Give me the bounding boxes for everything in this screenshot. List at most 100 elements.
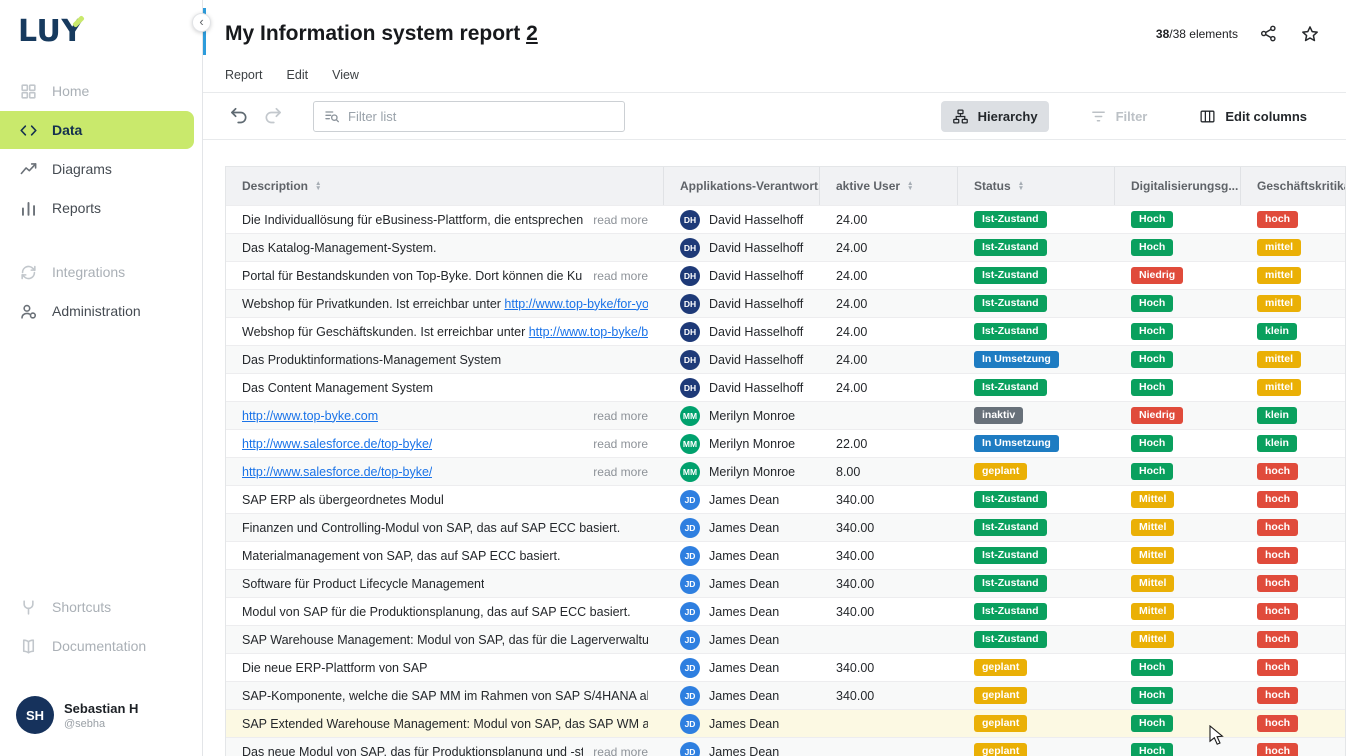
sidebar-item-documentation[interactable]: Documentation [0, 627, 202, 665]
menu-item-edit[interactable]: Edit [287, 68, 309, 82]
digitalisierung-badge: Hoch [1131, 743, 1173, 756]
edit-columns-label: Edit columns [1225, 109, 1307, 124]
read-more-link[interactable]: read more [593, 213, 648, 227]
digitalisierung-cell: Mittel [1115, 626, 1241, 653]
luy-logo[interactable]: LUY [0, 0, 202, 69]
avatar: DH [680, 266, 700, 286]
description-link[interactable]: http://www.top-byke.com [242, 409, 378, 423]
redo-icon[interactable] [263, 105, 285, 127]
filter-list-field[interactable] [348, 109, 614, 124]
table-row[interactable]: http://www.top-byke.comread moreMMMerily… [226, 401, 1345, 429]
digitalisierung-cell: Hoch [1115, 710, 1241, 737]
owner-name: David Hasselhoff [709, 297, 803, 311]
table-row[interactable]: Die Individuallösung für eBusiness-Platt… [226, 205, 1345, 233]
column-header[interactable]: Digitalisierungsg...▲▼ [1115, 167, 1241, 205]
status-badge: geplant [974, 715, 1027, 732]
reports-icon [18, 198, 38, 218]
description-text: SAP-Komponente, welche die SAP MM im Rah… [242, 689, 648, 703]
administration-icon [18, 301, 38, 321]
main: My Information system report 2 38/38 ele… [203, 0, 1346, 756]
hierarchy-button[interactable]: Hierarchy [941, 101, 1049, 132]
read-more-link[interactable]: read more [593, 409, 648, 423]
sort-icon[interactable]: ▲▼ [1018, 181, 1024, 192]
user-block[interactable]: SH Sebastian H @sebha [0, 682, 202, 748]
kritikalitaet-badge: hoch [1257, 463, 1298, 480]
active-users-cell [820, 402, 958, 429]
digitalisierung-cell: Niedrig [1115, 262, 1241, 289]
status-badge: Ist-Zustand [974, 631, 1047, 648]
owner-name: James Dean [709, 521, 779, 535]
description-cell: SAP-Komponente, welche die SAP MM im Rah… [226, 682, 664, 709]
owner-name: James Dean [709, 661, 779, 675]
table-row[interactable]: Die neue ERP-Plattform von SAPJDJames De… [226, 653, 1345, 681]
table-row[interactable]: Webshop für Privatkunden. Ist erreichbar… [226, 289, 1345, 317]
table-row[interactable]: http://www.salesforce.de/top-byke/read m… [226, 429, 1345, 457]
active-users-cell: 340.00 [820, 682, 958, 709]
sort-icon[interactable]: ▲▼ [907, 181, 913, 192]
active-users-cell: 24.00 [820, 374, 958, 401]
description-link[interactable]: http://www.salesforce.de/top-byke/ [242, 437, 432, 451]
title-row: My Information system report 2 38/38 ele… [225, 12, 1320, 56]
table-row[interactable]: Das Content Management SystemDHDavid Has… [226, 373, 1345, 401]
star-icon[interactable] [1300, 24, 1320, 44]
table-row[interactable]: SAP Extended Warehouse Management: Modul… [226, 709, 1345, 737]
column-header[interactable]: Geschäftskritikalität▲▼ [1241, 167, 1345, 205]
sort-icon[interactable]: ▲▼ [315, 181, 321, 192]
table-row[interactable]: Das neue Modul von SAP, das für Produkti… [226, 737, 1345, 756]
table-row[interactable]: Webshop für Geschäftskunden. Ist erreich… [226, 317, 1345, 345]
column-header[interactable]: Applikations-Verantwort...▲▼ [664, 167, 820, 205]
read-more-link[interactable]: read more [593, 437, 648, 451]
description-link[interactable]: http://www.top-byke/business/ [529, 325, 648, 339]
sidebar-item-shortcuts[interactable]: Shortcuts [0, 588, 202, 626]
owner-cell: JDJames Dean [664, 570, 820, 597]
edit-columns-button[interactable]: Edit columns [1188, 101, 1318, 132]
table-row[interactable]: Das Produktinformations-Management Syste… [226, 345, 1345, 373]
status-cell: In Umsetzung [958, 346, 1115, 373]
status-badge: Ist-Zustand [974, 547, 1047, 564]
sidebar-item-integrations[interactable]: Integrations [0, 253, 202, 291]
kritikalitaet-cell: klein [1241, 430, 1345, 457]
menu-bar: Report Edit View [225, 56, 1320, 92]
table-row[interactable]: Portal für Bestandskunden von Top-Byke. … [226, 261, 1345, 289]
sidebar-item-data[interactable]: Data [0, 111, 194, 149]
table-row[interactable]: SAP-Komponente, welche die SAP MM im Rah… [226, 681, 1345, 709]
sidebar-item-diagrams[interactable]: Diagrams [0, 150, 202, 188]
undo-icon[interactable] [229, 105, 251, 127]
column-header[interactable]: aktive User▲▼ [820, 167, 958, 205]
table-row[interactable]: Materialmanagement von SAP, das auf SAP … [226, 541, 1345, 569]
read-more-link[interactable]: read more [593, 465, 648, 479]
description-link[interactable]: http://www.salesforce.de/top-byke/ [242, 465, 432, 479]
read-more-link[interactable]: read more [593, 745, 648, 756]
sidebar-item-label: Administration [52, 303, 141, 319]
table-row[interactable]: SAP Warehouse Management: Modul von SAP,… [226, 625, 1345, 653]
menu-item-report[interactable]: Report [225, 68, 263, 82]
filter-list-input[interactable] [313, 101, 625, 132]
description-cell: Finanzen und Controlling-Modul von SAP, … [226, 514, 664, 541]
sidebar-item-reports[interactable]: Reports [0, 189, 202, 227]
share-icon[interactable] [1259, 24, 1279, 44]
sidebar-item-home[interactable]: Home [0, 72, 202, 110]
table-row[interactable]: Das Katalog-Management-System.DHDavid Ha… [226, 233, 1345, 261]
table-row[interactable]: Finanzen und Controlling-Modul von SAP, … [226, 513, 1345, 541]
owner-cell: DHDavid Hasselhoff [664, 234, 820, 261]
sidebar-item-administration[interactable]: Administration [0, 292, 202, 330]
table-row[interactable]: http://www.salesforce.de/top-byke/read m… [226, 457, 1345, 485]
read-more-link[interactable]: read more [593, 269, 648, 283]
status-cell: Ist-Zustand [958, 374, 1115, 401]
sidebar-item-label: Diagrams [52, 161, 112, 177]
digitalisierung-badge: Mittel [1131, 575, 1174, 592]
description-link[interactable]: http://www.top-byke/for-you/ [504, 297, 648, 311]
table-row[interactable]: SAP ERP als übergeordnetes ModulJDJames … [226, 485, 1345, 513]
status-cell: geplant [958, 654, 1115, 681]
menu-item-view[interactable]: View [332, 68, 359, 82]
table-row[interactable]: Software für Product Lifecycle Managemen… [226, 569, 1345, 597]
column-header[interactable]: Description▲▼ [226, 167, 664, 205]
column-header[interactable]: Status▲▼ [958, 167, 1115, 205]
kritikalitaet-badge: mittel [1257, 351, 1301, 368]
filter-button[interactable]: Filter [1079, 101, 1159, 132]
description-cell: SAP Extended Warehouse Management: Modul… [226, 710, 664, 737]
sidebar-collapse-button[interactable]: ‹ [192, 13, 211, 32]
kritikalitaet-badge: hoch [1257, 715, 1298, 732]
table-row[interactable]: Modul von SAP für die Produktionsplanung… [226, 597, 1345, 625]
owner-cell: MMMerilyn Monroe [664, 458, 820, 485]
